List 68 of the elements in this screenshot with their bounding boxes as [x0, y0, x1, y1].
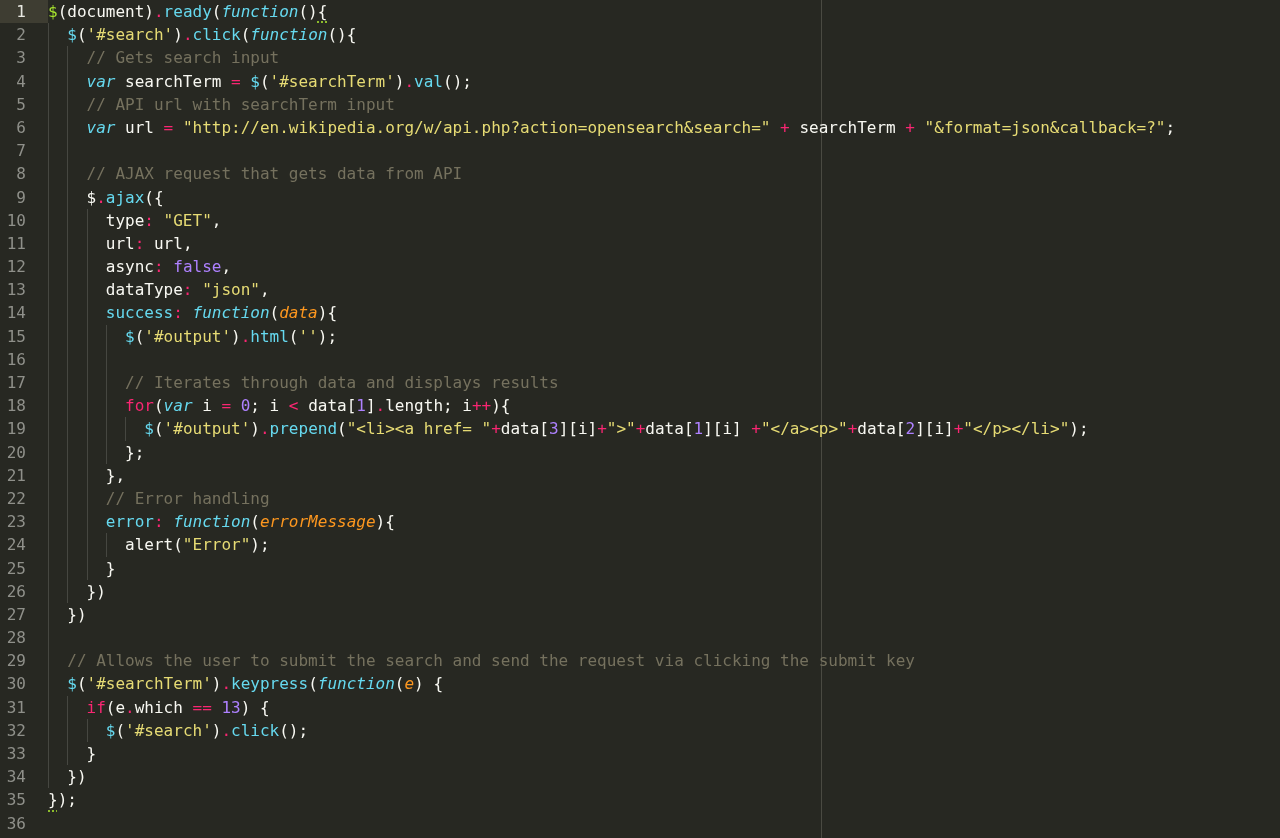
code-line: // API url with searchTerm input	[86, 94, 395, 114]
code-line: $('#search').click(function(){	[67, 25, 357, 45]
code-line: for(var i = 0; i < data[1].length; i++){	[125, 396, 511, 416]
code-line: url: url,	[105, 233, 193, 253]
line-number: 31	[6, 697, 26, 717]
line-number: 6	[16, 117, 26, 137]
line-number: 35	[6, 790, 26, 810]
line-number: 21	[6, 465, 26, 485]
line-number: 36	[6, 813, 26, 833]
code-line: // AJAX request that gets data from API	[86, 164, 463, 184]
line-number: 13	[6, 280, 26, 300]
line-number: 7	[16, 141, 26, 161]
line-number: 18	[6, 396, 26, 416]
line-number: 10	[6, 210, 26, 230]
line-number: 17	[6, 373, 26, 392]
code-line: error: function(errorMessage){	[105, 512, 395, 532]
code-line: }	[105, 558, 116, 578]
line-number: 25	[6, 558, 26, 578]
code-line: },	[105, 465, 126, 485]
line-number: 19	[6, 419, 26, 439]
code-line: }	[86, 744, 97, 763]
line-number: 11	[6, 233, 26, 253]
code-line: // Iterates through data and displays results	[125, 373, 559, 392]
line-number: 4	[16, 71, 26, 91]
line-number: 9	[16, 187, 26, 207]
code-line: alert("Error");	[125, 535, 270, 555]
line-number: 16	[6, 349, 26, 369]
line-number: 34	[6, 767, 26, 787]
line-number: 15	[6, 326, 26, 346]
code-line: // Error handling	[105, 488, 270, 508]
line-number: 20	[6, 442, 26, 462]
code-line: var searchTerm = $('#searchTerm').val();	[86, 71, 472, 91]
code-line: async: false,	[105, 257, 232, 277]
line-number: 33	[6, 744, 26, 763]
code-line: $('#output').html('');	[125, 326, 338, 346]
line-number: 12	[6, 257, 26, 277]
line-number: 22	[6, 488, 26, 508]
line-number: 29	[6, 651, 26, 671]
code-line: $(document).ready(function(){	[48, 2, 328, 21]
code-line: })	[67, 767, 87, 787]
line-number: 24	[6, 535, 26, 555]
code-line: if(e.which == 13) {	[86, 697, 270, 717]
line-number: 23	[6, 512, 26, 532]
code-line: dataType: "json",	[105, 280, 270, 300]
code-line: });	[48, 790, 77, 810]
code-line: $.ajax({	[86, 187, 164, 207]
code-line: $('#search').click();	[105, 720, 309, 740]
line-number: 30	[6, 674, 26, 694]
line-number: 1	[16, 2, 26, 21]
line-number: 28	[6, 628, 26, 648]
line-number: 3	[16, 48, 26, 68]
code-line: $('#output').prepend("<li><a href= "+data[3][i]+">"+data[1][i] +"</a><p>"+data[2][i]+"</p></li>");	[144, 419, 1089, 439]
code-line: })	[86, 581, 106, 601]
code-line: success: function(data){	[105, 303, 337, 323]
code-line: };	[125, 442, 145, 462]
line-number: 5	[16, 94, 26, 114]
code-line: var url = "http://en.wikipedia.org/w/api.php?action=opensearch&search=" + searchTerm + "&format=json&callback=?";	[86, 117, 1176, 137]
code-line: // Allows the user to submit the search and send the request via clicking the submit key	[67, 651, 915, 671]
code-line: type: "GET",	[105, 210, 222, 230]
line-number: 14	[6, 303, 26, 323]
line-number: 26	[6, 581, 26, 601]
code-line: })	[67, 604, 87, 624]
line-number: 32	[6, 720, 26, 740]
code-line: // Gets search input	[86, 48, 280, 68]
line-number: 27	[6, 604, 26, 624]
code-line: $('#searchTerm').keypress(function(e) {	[67, 674, 443, 694]
line-number: 8	[16, 164, 26, 184]
line-number: 2	[16, 25, 26, 45]
